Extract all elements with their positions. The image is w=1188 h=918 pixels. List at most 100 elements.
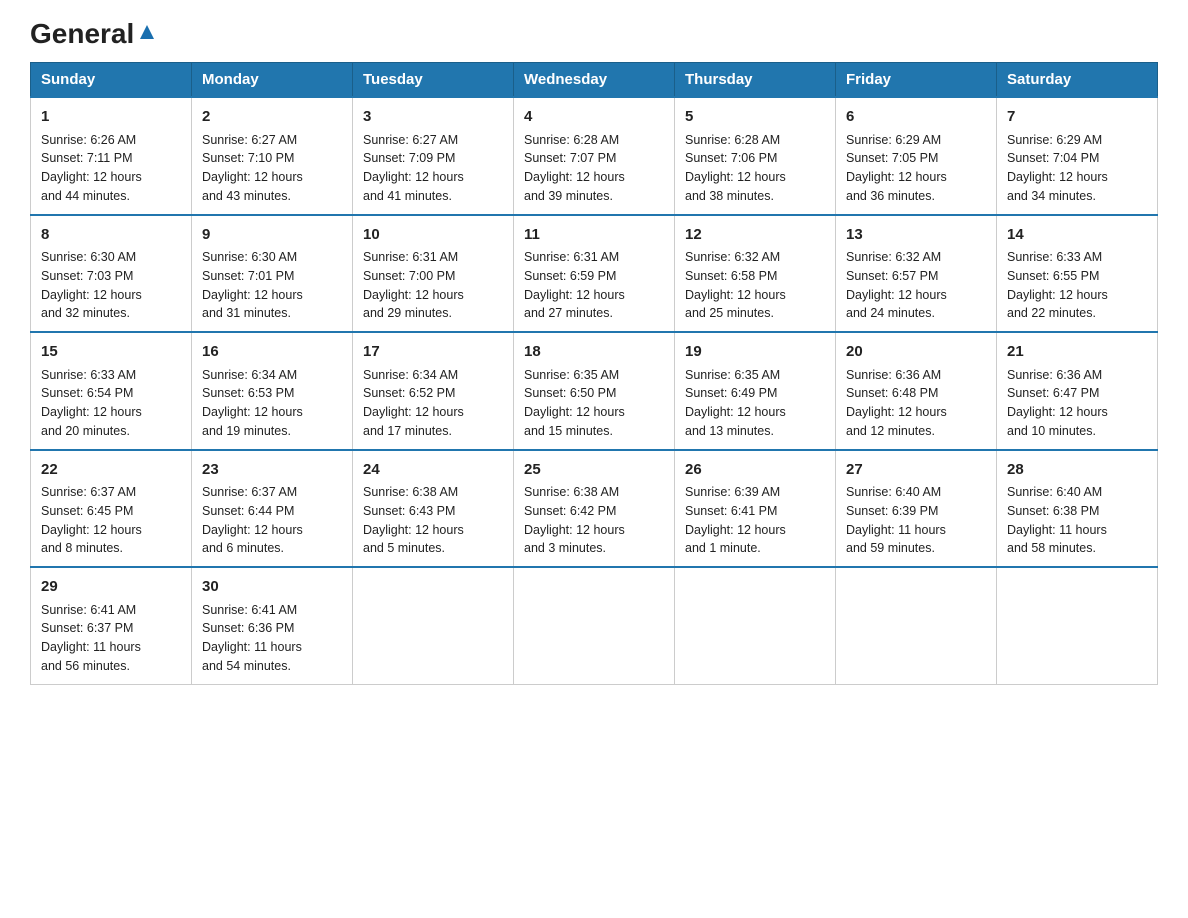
day-info: Sunrise: 6:33 AMSunset: 6:54 PMDaylight:… (41, 366, 181, 441)
day-info: Sunrise: 6:41 AMSunset: 6:37 PMDaylight:… (41, 601, 181, 676)
day-info: Sunrise: 6:33 AMSunset: 6:55 PMDaylight:… (1007, 248, 1147, 323)
day-info: Sunrise: 6:32 AMSunset: 6:58 PMDaylight:… (685, 248, 825, 323)
day-number: 9 (202, 224, 342, 247)
day-info: Sunrise: 6:32 AMSunset: 6:57 PMDaylight:… (846, 248, 986, 323)
logo: General (30, 20, 158, 44)
day-info: Sunrise: 6:38 AMSunset: 6:43 PMDaylight:… (363, 483, 503, 558)
day-info: Sunrise: 6:40 AMSunset: 6:39 PMDaylight:… (846, 483, 986, 558)
day-info: Sunrise: 6:30 AMSunset: 7:03 PMDaylight:… (41, 248, 181, 323)
col-header-thursday: Thursday (675, 63, 836, 98)
day-number: 11 (524, 224, 664, 247)
day-number: 23 (202, 459, 342, 482)
calendar-cell: 26Sunrise: 6:39 AMSunset: 6:41 PMDayligh… (675, 450, 836, 568)
day-info: Sunrise: 6:41 AMSunset: 6:36 PMDaylight:… (202, 601, 342, 676)
page-header: General (30, 20, 1158, 44)
calendar-cell: 11Sunrise: 6:31 AMSunset: 6:59 PMDayligh… (514, 215, 675, 333)
day-info: Sunrise: 6:28 AMSunset: 7:06 PMDaylight:… (685, 131, 825, 206)
day-number: 16 (202, 341, 342, 364)
col-header-monday: Monday (192, 63, 353, 98)
calendar-cell: 21Sunrise: 6:36 AMSunset: 6:47 PMDayligh… (997, 332, 1158, 450)
day-info: Sunrise: 6:36 AMSunset: 6:47 PMDaylight:… (1007, 366, 1147, 441)
calendar-cell: 16Sunrise: 6:34 AMSunset: 6:53 PMDayligh… (192, 332, 353, 450)
logo-triangle-icon (136, 21, 158, 43)
day-info: Sunrise: 6:35 AMSunset: 6:49 PMDaylight:… (685, 366, 825, 441)
day-info: Sunrise: 6:27 AMSunset: 7:09 PMDaylight:… (363, 131, 503, 206)
calendar-week-row: 1Sunrise: 6:26 AMSunset: 7:11 PMDaylight… (31, 97, 1158, 215)
calendar-week-row: 22Sunrise: 6:37 AMSunset: 6:45 PMDayligh… (31, 450, 1158, 568)
calendar-cell: 14Sunrise: 6:33 AMSunset: 6:55 PMDayligh… (997, 215, 1158, 333)
calendar-cell: 6Sunrise: 6:29 AMSunset: 7:05 PMDaylight… (836, 97, 997, 215)
calendar-cell: 18Sunrise: 6:35 AMSunset: 6:50 PMDayligh… (514, 332, 675, 450)
day-number: 27 (846, 459, 986, 482)
day-info: Sunrise: 6:27 AMSunset: 7:10 PMDaylight:… (202, 131, 342, 206)
day-number: 20 (846, 341, 986, 364)
day-number: 18 (524, 341, 664, 364)
day-info: Sunrise: 6:31 AMSunset: 7:00 PMDaylight:… (363, 248, 503, 323)
day-info: Sunrise: 6:37 AMSunset: 6:44 PMDaylight:… (202, 483, 342, 558)
day-number: 17 (363, 341, 503, 364)
calendar-cell: 30Sunrise: 6:41 AMSunset: 6:36 PMDayligh… (192, 567, 353, 684)
day-number: 5 (685, 106, 825, 129)
calendar-cell: 15Sunrise: 6:33 AMSunset: 6:54 PMDayligh… (31, 332, 192, 450)
day-info: Sunrise: 6:39 AMSunset: 6:41 PMDaylight:… (685, 483, 825, 558)
day-number: 14 (1007, 224, 1147, 247)
calendar-cell: 24Sunrise: 6:38 AMSunset: 6:43 PMDayligh… (353, 450, 514, 568)
day-number: 30 (202, 576, 342, 599)
day-number: 25 (524, 459, 664, 482)
calendar-cell: 28Sunrise: 6:40 AMSunset: 6:38 PMDayligh… (997, 450, 1158, 568)
col-header-tuesday: Tuesday (353, 63, 514, 98)
calendar-cell (675, 567, 836, 684)
calendar-cell: 20Sunrise: 6:36 AMSunset: 6:48 PMDayligh… (836, 332, 997, 450)
day-number: 24 (363, 459, 503, 482)
day-number: 28 (1007, 459, 1147, 482)
day-info: Sunrise: 6:36 AMSunset: 6:48 PMDaylight:… (846, 366, 986, 441)
calendar-cell: 29Sunrise: 6:41 AMSunset: 6:37 PMDayligh… (31, 567, 192, 684)
calendar-cell: 8Sunrise: 6:30 AMSunset: 7:03 PMDaylight… (31, 215, 192, 333)
calendar-cell: 19Sunrise: 6:35 AMSunset: 6:49 PMDayligh… (675, 332, 836, 450)
calendar-cell: 10Sunrise: 6:31 AMSunset: 7:00 PMDayligh… (353, 215, 514, 333)
day-info: Sunrise: 6:28 AMSunset: 7:07 PMDaylight:… (524, 131, 664, 206)
calendar-cell: 2Sunrise: 6:27 AMSunset: 7:10 PMDaylight… (192, 97, 353, 215)
col-header-friday: Friday (836, 63, 997, 98)
day-info: Sunrise: 6:31 AMSunset: 6:59 PMDaylight:… (524, 248, 664, 323)
logo-general: General (30, 20, 134, 48)
calendar-cell: 4Sunrise: 6:28 AMSunset: 7:07 PMDaylight… (514, 97, 675, 215)
calendar-cell: 12Sunrise: 6:32 AMSunset: 6:58 PMDayligh… (675, 215, 836, 333)
calendar-cell: 13Sunrise: 6:32 AMSunset: 6:57 PMDayligh… (836, 215, 997, 333)
day-info: Sunrise: 6:30 AMSunset: 7:01 PMDaylight:… (202, 248, 342, 323)
day-number: 26 (685, 459, 825, 482)
col-header-wednesday: Wednesday (514, 63, 675, 98)
day-info: Sunrise: 6:34 AMSunset: 6:53 PMDaylight:… (202, 366, 342, 441)
day-info: Sunrise: 6:34 AMSunset: 6:52 PMDaylight:… (363, 366, 503, 441)
calendar-cell: 9Sunrise: 6:30 AMSunset: 7:01 PMDaylight… (192, 215, 353, 333)
day-number: 1 (41, 106, 181, 129)
day-number: 19 (685, 341, 825, 364)
calendar-cell: 23Sunrise: 6:37 AMSunset: 6:44 PMDayligh… (192, 450, 353, 568)
day-number: 2 (202, 106, 342, 129)
calendar-cell (997, 567, 1158, 684)
calendar-cell (353, 567, 514, 684)
col-header-saturday: Saturday (997, 63, 1158, 98)
day-info: Sunrise: 6:29 AMSunset: 7:05 PMDaylight:… (846, 131, 986, 206)
calendar-cell: 25Sunrise: 6:38 AMSunset: 6:42 PMDayligh… (514, 450, 675, 568)
calendar-week-row: 15Sunrise: 6:33 AMSunset: 6:54 PMDayligh… (31, 332, 1158, 450)
day-info: Sunrise: 6:26 AMSunset: 7:11 PMDaylight:… (41, 131, 181, 206)
day-info: Sunrise: 6:35 AMSunset: 6:50 PMDaylight:… (524, 366, 664, 441)
calendar-cell: 3Sunrise: 6:27 AMSunset: 7:09 PMDaylight… (353, 97, 514, 215)
day-info: Sunrise: 6:37 AMSunset: 6:45 PMDaylight:… (41, 483, 181, 558)
calendar-table: SundayMondayTuesdayWednesdayThursdayFrid… (30, 62, 1158, 685)
day-number: 7 (1007, 106, 1147, 129)
day-number: 12 (685, 224, 825, 247)
day-number: 22 (41, 459, 181, 482)
calendar-cell: 22Sunrise: 6:37 AMSunset: 6:45 PMDayligh… (31, 450, 192, 568)
col-header-sunday: Sunday (31, 63, 192, 98)
day-number: 29 (41, 576, 181, 599)
day-number: 21 (1007, 341, 1147, 364)
day-number: 4 (524, 106, 664, 129)
calendar-week-row: 8Sunrise: 6:30 AMSunset: 7:03 PMDaylight… (31, 215, 1158, 333)
day-info: Sunrise: 6:38 AMSunset: 6:42 PMDaylight:… (524, 483, 664, 558)
calendar-cell (836, 567, 997, 684)
calendar-cell: 5Sunrise: 6:28 AMSunset: 7:06 PMDaylight… (675, 97, 836, 215)
day-number: 3 (363, 106, 503, 129)
day-number: 15 (41, 341, 181, 364)
